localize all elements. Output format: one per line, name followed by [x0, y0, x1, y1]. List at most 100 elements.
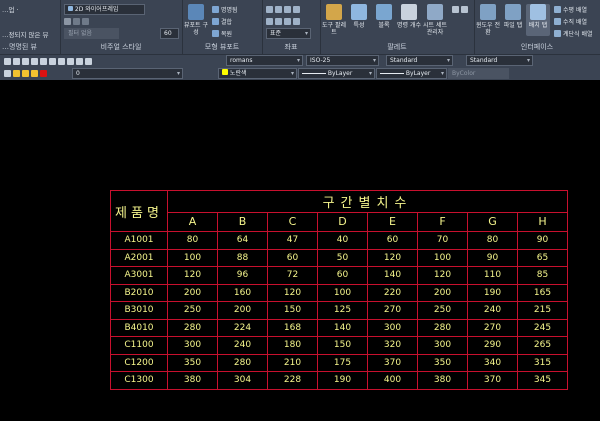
zoom-icon[interactable]	[31, 57, 38, 65]
coordinates-caption: 좌표	[284, 43, 298, 51]
table-cell: 270	[367, 301, 418, 320]
table-cell: 300	[367, 318, 418, 337]
sun-icon[interactable]	[22, 69, 29, 77]
dimension-table[interactable]: 제품명 구간별치수 ABCDEFGH A1001 80 64 47 40 60 70 80 90…	[110, 190, 568, 390]
table-cell: 120	[417, 266, 468, 285]
row-product-name: C1300	[110, 371, 168, 390]
table-cell: 370	[467, 371, 518, 390]
product-name-header: 제품명	[110, 190, 168, 232]
join-icon	[212, 17, 219, 25]
calculator-icon[interactable]	[461, 5, 468, 13]
ucs-view-icon[interactable]	[266, 17, 273, 25]
pan-icon[interactable]	[22, 57, 29, 65]
layout-tab-button[interactable]: 배치 탭	[526, 4, 550, 36]
layer-properties-icon[interactable]	[4, 69, 11, 77]
open-icon[interactable]	[67, 57, 74, 65]
zoom-value-field[interactable]: 60	[160, 28, 179, 39]
row-product-name: A3001	[110, 266, 168, 285]
tile-vertical-button[interactable]: 수직 배열	[554, 16, 587, 26]
table-cell: 100	[417, 248, 468, 267]
linetype-select[interactable]: ByLayer ▾	[298, 68, 375, 79]
workspace-label[interactable]: …업 ·	[2, 4, 19, 14]
text-style-select[interactable]: romans ▾	[226, 55, 303, 66]
ucs-select[interactable]: 표준 ▾	[266, 28, 311, 39]
properties-button[interactable]: 특성	[347, 4, 371, 29]
tile-horizontal-button[interactable]: 수평 배열	[554, 4, 587, 14]
table-cell: 88	[217, 248, 268, 267]
layout-tab-icon	[530, 4, 546, 20]
ucs-origin-icon[interactable]	[284, 5, 291, 13]
ucs-3point-icon[interactable]	[293, 17, 300, 25]
named-viewport-button[interactable]: 명명됨	[212, 4, 238, 14]
table-cell: 60	[367, 231, 418, 250]
filter-field[interactable]: 필터 없음	[64, 28, 119, 39]
undo-icon[interactable]	[4, 57, 11, 65]
layer-color-swatch[interactable]	[40, 69, 47, 77]
edge-icon[interactable]	[73, 17, 80, 25]
table-cell: 290	[467, 336, 518, 355]
cascade-button[interactable]: 계단식 배열	[554, 28, 593, 38]
shade-icon[interactable]	[64, 17, 71, 25]
table-row: C1300 380 304 228 190 400 380 370 345	[110, 371, 568, 390]
command-count-button[interactable]: 명령 개수	[397, 4, 421, 29]
table-cell: 200	[167, 283, 218, 302]
row-product-name: A1001	[110, 231, 168, 250]
save-icon[interactable]	[58, 57, 65, 65]
restore-button[interactable]: 복원	[212, 28, 232, 38]
table-cell: 345	[517, 371, 568, 390]
viewport-config-button[interactable]: 뷰포트 구성	[184, 4, 208, 36]
file-tab-button[interactable]: 파일 탭	[501, 4, 525, 29]
layer-tools	[4, 68, 47, 78]
unsaved-view-label[interactable]: …정되지 않은 뷰	[2, 29, 49, 39]
lightbulb-icon[interactable]	[13, 69, 20, 77]
tool-palette-button[interactable]: 도구 팔레트	[322, 4, 346, 36]
table-row: B2010 200 160 120 100 220 200 190 165	[110, 283, 568, 302]
row-product-name: C1200	[110, 353, 168, 372]
table-cell: 60	[317, 266, 368, 285]
row-product-name: C1100	[110, 336, 168, 355]
table-row: A1001 80 64 47 40 60 70 80 90	[110, 231, 568, 250]
mleader-style-select[interactable]: Standard ▾	[466, 55, 533, 66]
table-cell: 160	[217, 283, 268, 302]
table-cell: 315	[517, 353, 568, 372]
visual-style-select[interactable]: 2D 와이어프레임	[64, 4, 145, 15]
sheet-set-button[interactable]: 시트 세트 관리자	[422, 4, 448, 36]
table-style-select[interactable]: Standard ▾	[386, 55, 453, 66]
ucs-object-icon[interactable]	[275, 17, 282, 25]
column-header: E	[367, 211, 418, 233]
block-button[interactable]: 블록	[372, 4, 396, 29]
properties-toolbar: 0 ▾ 노란색 ▾ ByLayer ▾ ByLayer ▾ ByColor	[0, 66, 600, 80]
lineweight-select[interactable]: ByLayer ▾	[376, 68, 447, 79]
ucs-icon[interactable]	[266, 5, 273, 13]
wireframe-icon	[68, 6, 73, 11]
ucs-face-icon[interactable]	[284, 17, 291, 25]
table-cell: 340	[467, 353, 518, 372]
face-icon[interactable]	[82, 17, 89, 25]
lock-icon[interactable]	[31, 69, 38, 77]
print-icon[interactable]	[49, 57, 56, 65]
cascade-icon	[554, 29, 561, 37]
dim-style-select[interactable]: ISO-25 ▾	[306, 55, 379, 66]
line-sample	[302, 73, 326, 74]
new-icon[interactable]	[76, 57, 83, 65]
markup-icon[interactable]	[452, 5, 459, 13]
layer-select[interactable]: 0 ▾	[72, 68, 183, 79]
color-select[interactable]: 노란색 ▾	[218, 68, 297, 79]
table-cell: 250	[417, 301, 468, 320]
plot-style-select[interactable]: ByColor	[448, 68, 509, 79]
ribbon: …업 · …정되지 않은 뷰 …명명된 뷰 2D 와이어프레임 필터 없음 60…	[0, 0, 600, 54]
join-button[interactable]: 결합	[212, 16, 232, 26]
match-properties-icon[interactable]	[85, 57, 92, 65]
table-cell: 80	[167, 231, 218, 250]
window-switch-button[interactable]: 윈도우 전환	[476, 4, 500, 36]
redo-icon[interactable]	[13, 57, 20, 65]
column-header: F	[417, 211, 468, 233]
table-cell: 320	[367, 336, 418, 355]
ucs-x-icon[interactable]	[293, 5, 300, 13]
ucs-world-icon[interactable]	[275, 5, 282, 13]
table-cell: 64	[217, 231, 268, 250]
tile-vertical-icon	[554, 17, 561, 25]
orbit-icon[interactable]	[40, 57, 47, 65]
table-cell: 180	[267, 336, 318, 355]
sheet-set-icon	[427, 4, 443, 20]
